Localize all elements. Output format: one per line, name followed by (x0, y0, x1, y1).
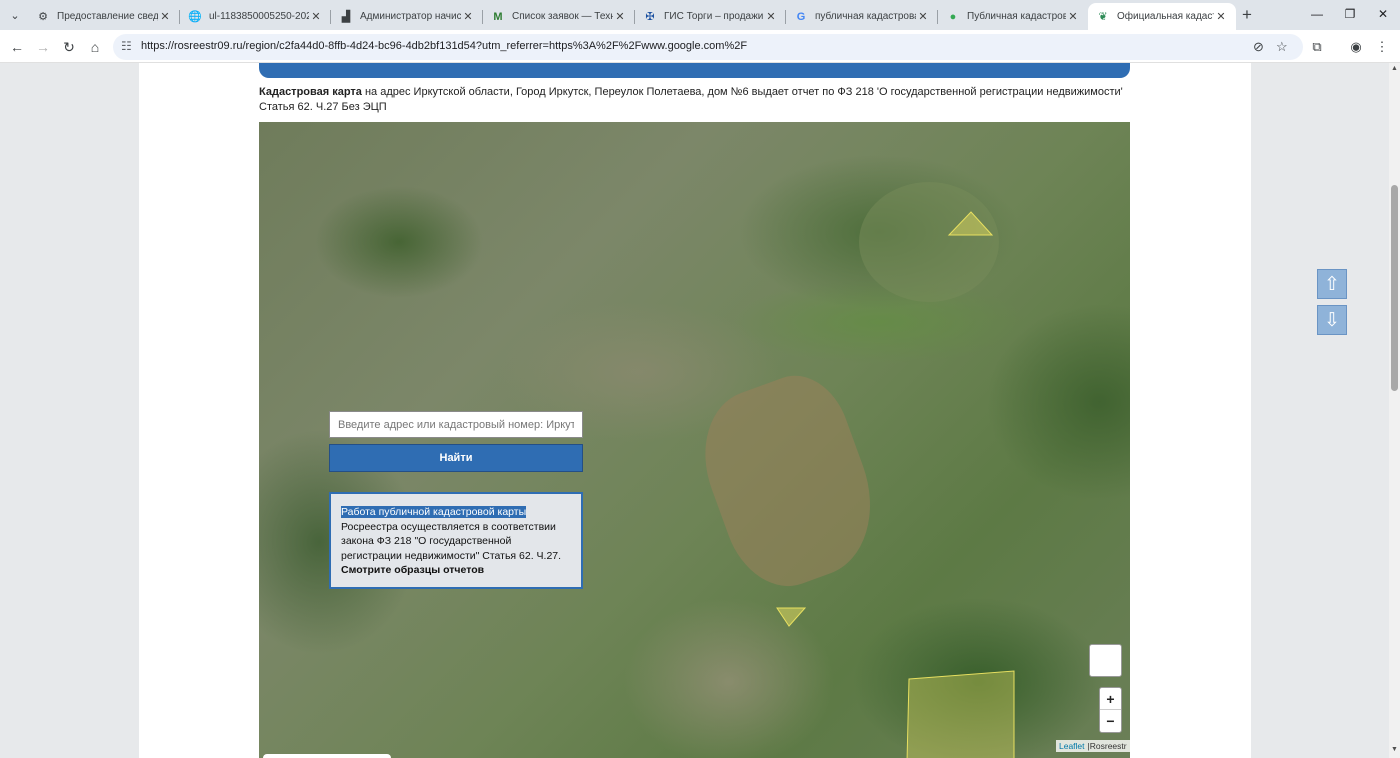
profile-icon[interactable]: ◉ (1345, 36, 1367, 58)
menu-icon[interactable]: ⋮ (1371, 36, 1393, 58)
map-attribution: Leaflet | Rosreestr (1056, 740, 1130, 752)
tab-7[interactable]: ● Публичная кадастровая ✕ (938, 3, 1088, 30)
close-icon[interactable]: ✕ (916, 10, 930, 23)
intro-rest: на адрес Иркутской области, Город Иркутс… (259, 86, 1123, 113)
info-box: Работа публичной кадастровой карты Росре… (329, 492, 583, 589)
tab-5[interactable]: ✠ ГИС Торги – продажи го ✕ (635, 3, 786, 30)
settings-icon: ⚙ (38, 11, 48, 23)
page-content: Кадастровая карта на адрес Иркутской обл… (139, 63, 1251, 758)
samples-link[interactable]: Смотрите образцы отчетов (341, 564, 484, 576)
scroll-down-arrow-icon[interactable]: ⇩ (1317, 305, 1347, 335)
google-icon: G (796, 10, 806, 23)
parcel-polygon[interactable] (906, 670, 1015, 758)
tab-2[interactable]: 🌐 ul-1183850005250-20260 ✕ (180, 3, 331, 30)
window-close-icon[interactable]: ✕ (1368, 4, 1398, 24)
minimize-icon[interactable]: — (1302, 4, 1332, 24)
intro-bold: Кадастровая карта (259, 86, 362, 98)
scrollbar-thumb[interactable] (1391, 185, 1398, 391)
layers-button[interactable] (1089, 644, 1122, 677)
bookmark-star-icon[interactable]: ☆ (1276, 39, 1288, 55)
attribution-text: Rosreestr (1089, 741, 1127, 751)
tab-title: Предоставление сведен (57, 11, 158, 22)
url-text[interactable]: https://rosreestr09.ru/region/c2fa44d0-8… (141, 40, 747, 52)
tab-title: публичная кадастровая (815, 11, 916, 22)
back-icon[interactable]: ← (6, 36, 28, 58)
tab-search-icon[interactable]: ⌄ (4, 4, 26, 26)
close-icon[interactable]: ✕ (158, 10, 172, 23)
page-viewport: Кадастровая карта на адрес Иркутской обл… (0, 63, 1389, 758)
tab-strip: ⌄ ⚙ Предоставление сведен ✕ 🌐 ul-1183850… (0, 0, 1400, 30)
find-button[interactable]: Найти (329, 444, 583, 472)
tab-title: Официальная кадастров (1117, 11, 1214, 22)
zoom-in-button[interactable]: + (1100, 688, 1121, 710)
intro-text: Кадастровая карта на адрес Иркутской обл… (259, 85, 1130, 115)
page-scrollbar[interactable]: ▲ ▼ (1389, 63, 1400, 758)
info-text: Росреестра осуществляется в соответствии… (341, 520, 562, 562)
tab-3[interactable]: ▟ Администратор начисле ✕ (331, 3, 483, 30)
tab-title: Публичная кадастровая (967, 11, 1066, 22)
restore-icon[interactable]: ❐ (1335, 4, 1365, 24)
tab-title: Список заявок — Техноl (512, 11, 613, 22)
scrollbar-up-icon[interactable]: ▲ (1391, 65, 1398, 72)
site-info-icon[interactable]: ☷ (121, 39, 132, 53)
zoom-control: + − (1099, 687, 1122, 733)
forward-icon[interactable]: → (32, 36, 54, 58)
home-icon[interactable]: ⌂ (84, 36, 106, 58)
globe-icon: 🌐 (188, 11, 202, 23)
extensions-icon[interactable]: ⧉ (1306, 36, 1328, 58)
tracking-off-icon[interactable]: ⊘ (1253, 39, 1264, 55)
zoom-out-button[interactable]: − (1100, 710, 1121, 732)
parcel-polygon[interactable] (947, 211, 994, 236)
close-icon[interactable]: ✕ (309, 10, 323, 23)
info-highlight: Работа публичной кадастровой карты (341, 506, 527, 518)
close-icon[interactable]: ✕ (1066, 10, 1080, 23)
gmail-icon: M (493, 10, 503, 23)
close-icon[interactable]: ✕ (613, 10, 627, 23)
chart-icon: ▟ (341, 11, 351, 23)
emblem-icon: ✠ (645, 11, 655, 23)
tab-title: ГИС Торги – продажи го (664, 11, 764, 22)
leaflet-link[interactable]: Leaflet (1059, 741, 1085, 751)
tab-title: Администратор начисле (360, 11, 461, 22)
scroll-up-arrow-icon[interactable]: ⇧ (1317, 269, 1347, 299)
map-pin-icon: ● (949, 10, 957, 23)
map-bottom-control[interactable] (263, 754, 391, 758)
tab-4[interactable]: M Список заявок — Техноl ✕ (483, 3, 635, 30)
parcel-overlay (776, 211, 1015, 758)
address-bar[interactable]: ☷ https://rosreestr09.ru/region/c2fa44d0… (113, 34, 1303, 60)
leaf-icon: ❦ (1098, 11, 1108, 23)
cadastral-map[interactable]: Найти Работа публичной кадастровой карты… (259, 122, 1130, 758)
new-tab-icon[interactable]: + (1242, 5, 1252, 25)
reload-icon[interactable]: ↻ (58, 36, 80, 58)
scrollbar-down-icon[interactable]: ▼ (1391, 746, 1398, 753)
tab-6[interactable]: G публичная кадастровая ✕ (786, 3, 938, 30)
header-bar (259, 63, 1130, 78)
tab-title: ul-1183850005250-20260 (209, 11, 309, 22)
search-input[interactable] (329, 411, 583, 438)
parcel-polygon[interactable] (776, 607, 807, 627)
tab-1[interactable]: ⚙ Предоставление сведен ✕ (28, 3, 180, 30)
close-icon[interactable]: ✕ (461, 10, 475, 23)
close-icon[interactable]: ✕ (1214, 10, 1228, 23)
close-icon[interactable]: ✕ (764, 10, 778, 23)
tab-8-active[interactable]: ❦ Официальная кадастров ✕ (1088, 3, 1236, 30)
browser-toolbar: ← → ↻ ⌂ ☷ https://rosreestr09.ru/region/… (0, 30, 1400, 63)
